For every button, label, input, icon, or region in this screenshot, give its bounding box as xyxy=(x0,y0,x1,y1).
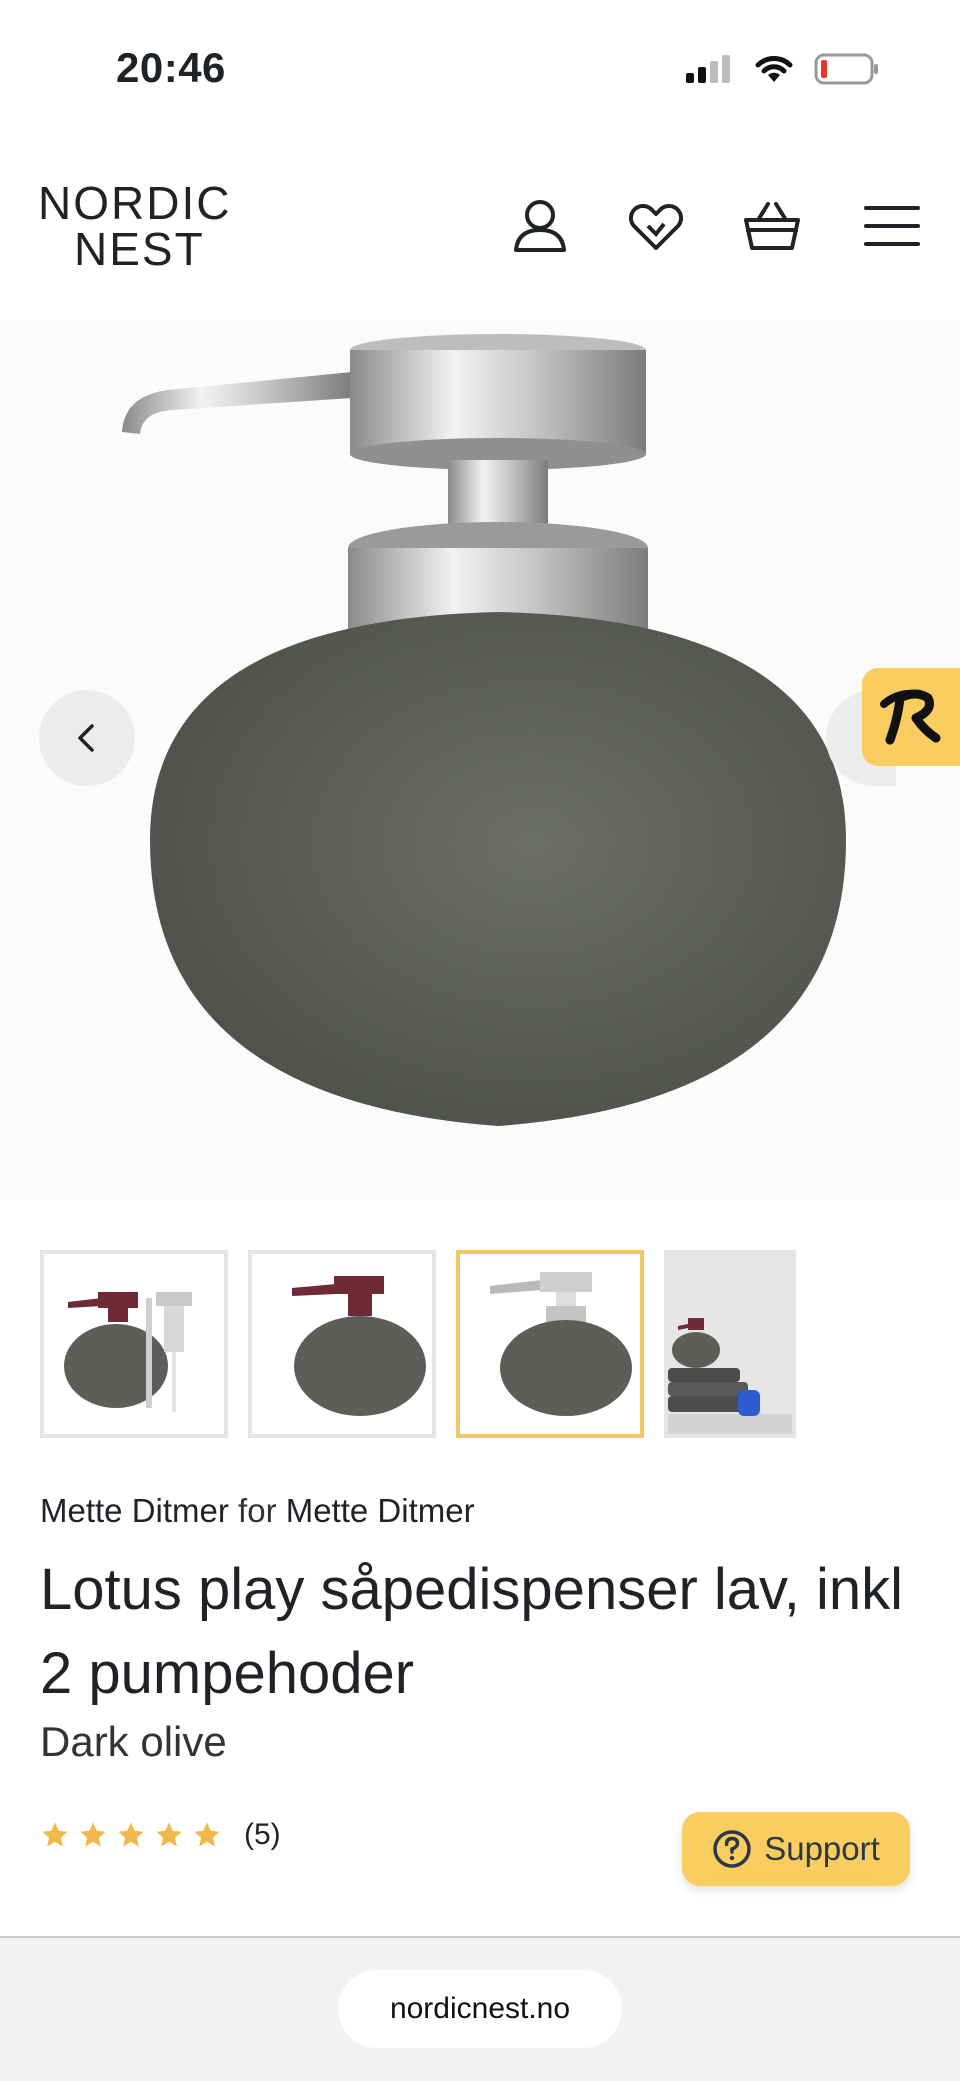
help-question-icon xyxy=(713,1830,751,1868)
product-main-image[interactable] xyxy=(0,320,960,1200)
star-icon xyxy=(194,1822,220,1847)
r-logo-icon xyxy=(880,689,941,745)
thumb-dispenser-burgundy-pump[interactable] xyxy=(248,1250,436,1438)
address-bar[interactable]: nordicnest.no xyxy=(338,1970,622,2048)
user-icon[interactable] xyxy=(510,196,570,256)
thumb-dispenser-steel-pump[interactable] xyxy=(456,1250,644,1438)
thumb-bathroom-scene[interactable] xyxy=(664,1250,796,1438)
status-icons xyxy=(684,52,880,86)
chevron-left-icon xyxy=(78,724,94,752)
nordic-nest-logo[interactable]: NORDIC NEST xyxy=(38,180,231,272)
battery-icon xyxy=(814,53,878,85)
wifi-icon xyxy=(755,56,793,82)
logo-line-2: NEST xyxy=(74,223,205,275)
wishlist-heart-icon[interactable] xyxy=(626,196,686,256)
thumbnail-strip xyxy=(40,1250,796,1438)
brand-for-text: for xyxy=(238,1492,277,1529)
previous-image-button[interactable] xyxy=(39,690,135,786)
product-variant: Dark olive xyxy=(40,1718,227,1765)
site-header: NORDIC NEST xyxy=(0,170,960,280)
star-icon xyxy=(42,1822,68,1847)
star-icon xyxy=(80,1822,106,1847)
menu-icon[interactable] xyxy=(862,196,922,256)
support-button[interactable]: Support xyxy=(682,1812,910,1886)
r-widget-badge[interactable] xyxy=(862,668,960,766)
product-rating[interactable]: (5) xyxy=(40,1818,281,1852)
status-time: 20:46 xyxy=(116,44,226,91)
star-icon xyxy=(156,1822,182,1847)
thumb-dispenser-two-pumps[interactable] xyxy=(40,1250,228,1438)
soap-dispenser-image xyxy=(122,334,846,1126)
cart-basket-icon[interactable] xyxy=(742,196,802,256)
star-icon xyxy=(118,1822,144,1847)
review-count: (5) xyxy=(244,1818,281,1851)
brand-link[interactable]: Mette Ditmer xyxy=(40,1492,229,1529)
signal-icon xyxy=(686,55,730,83)
logo-line-1: NORDIC xyxy=(38,177,232,229)
status-bar: 20:46 xyxy=(0,0,960,140)
support-label: Support xyxy=(764,1830,880,1867)
product-title: Lotus play såpedispenser lav, inkl 2 pum… xyxy=(40,1557,903,1706)
designer-link[interactable]: Mette Ditmer xyxy=(286,1492,475,1529)
brand-line: Mette Ditmer for Mette Ditmer xyxy=(40,1492,475,1530)
